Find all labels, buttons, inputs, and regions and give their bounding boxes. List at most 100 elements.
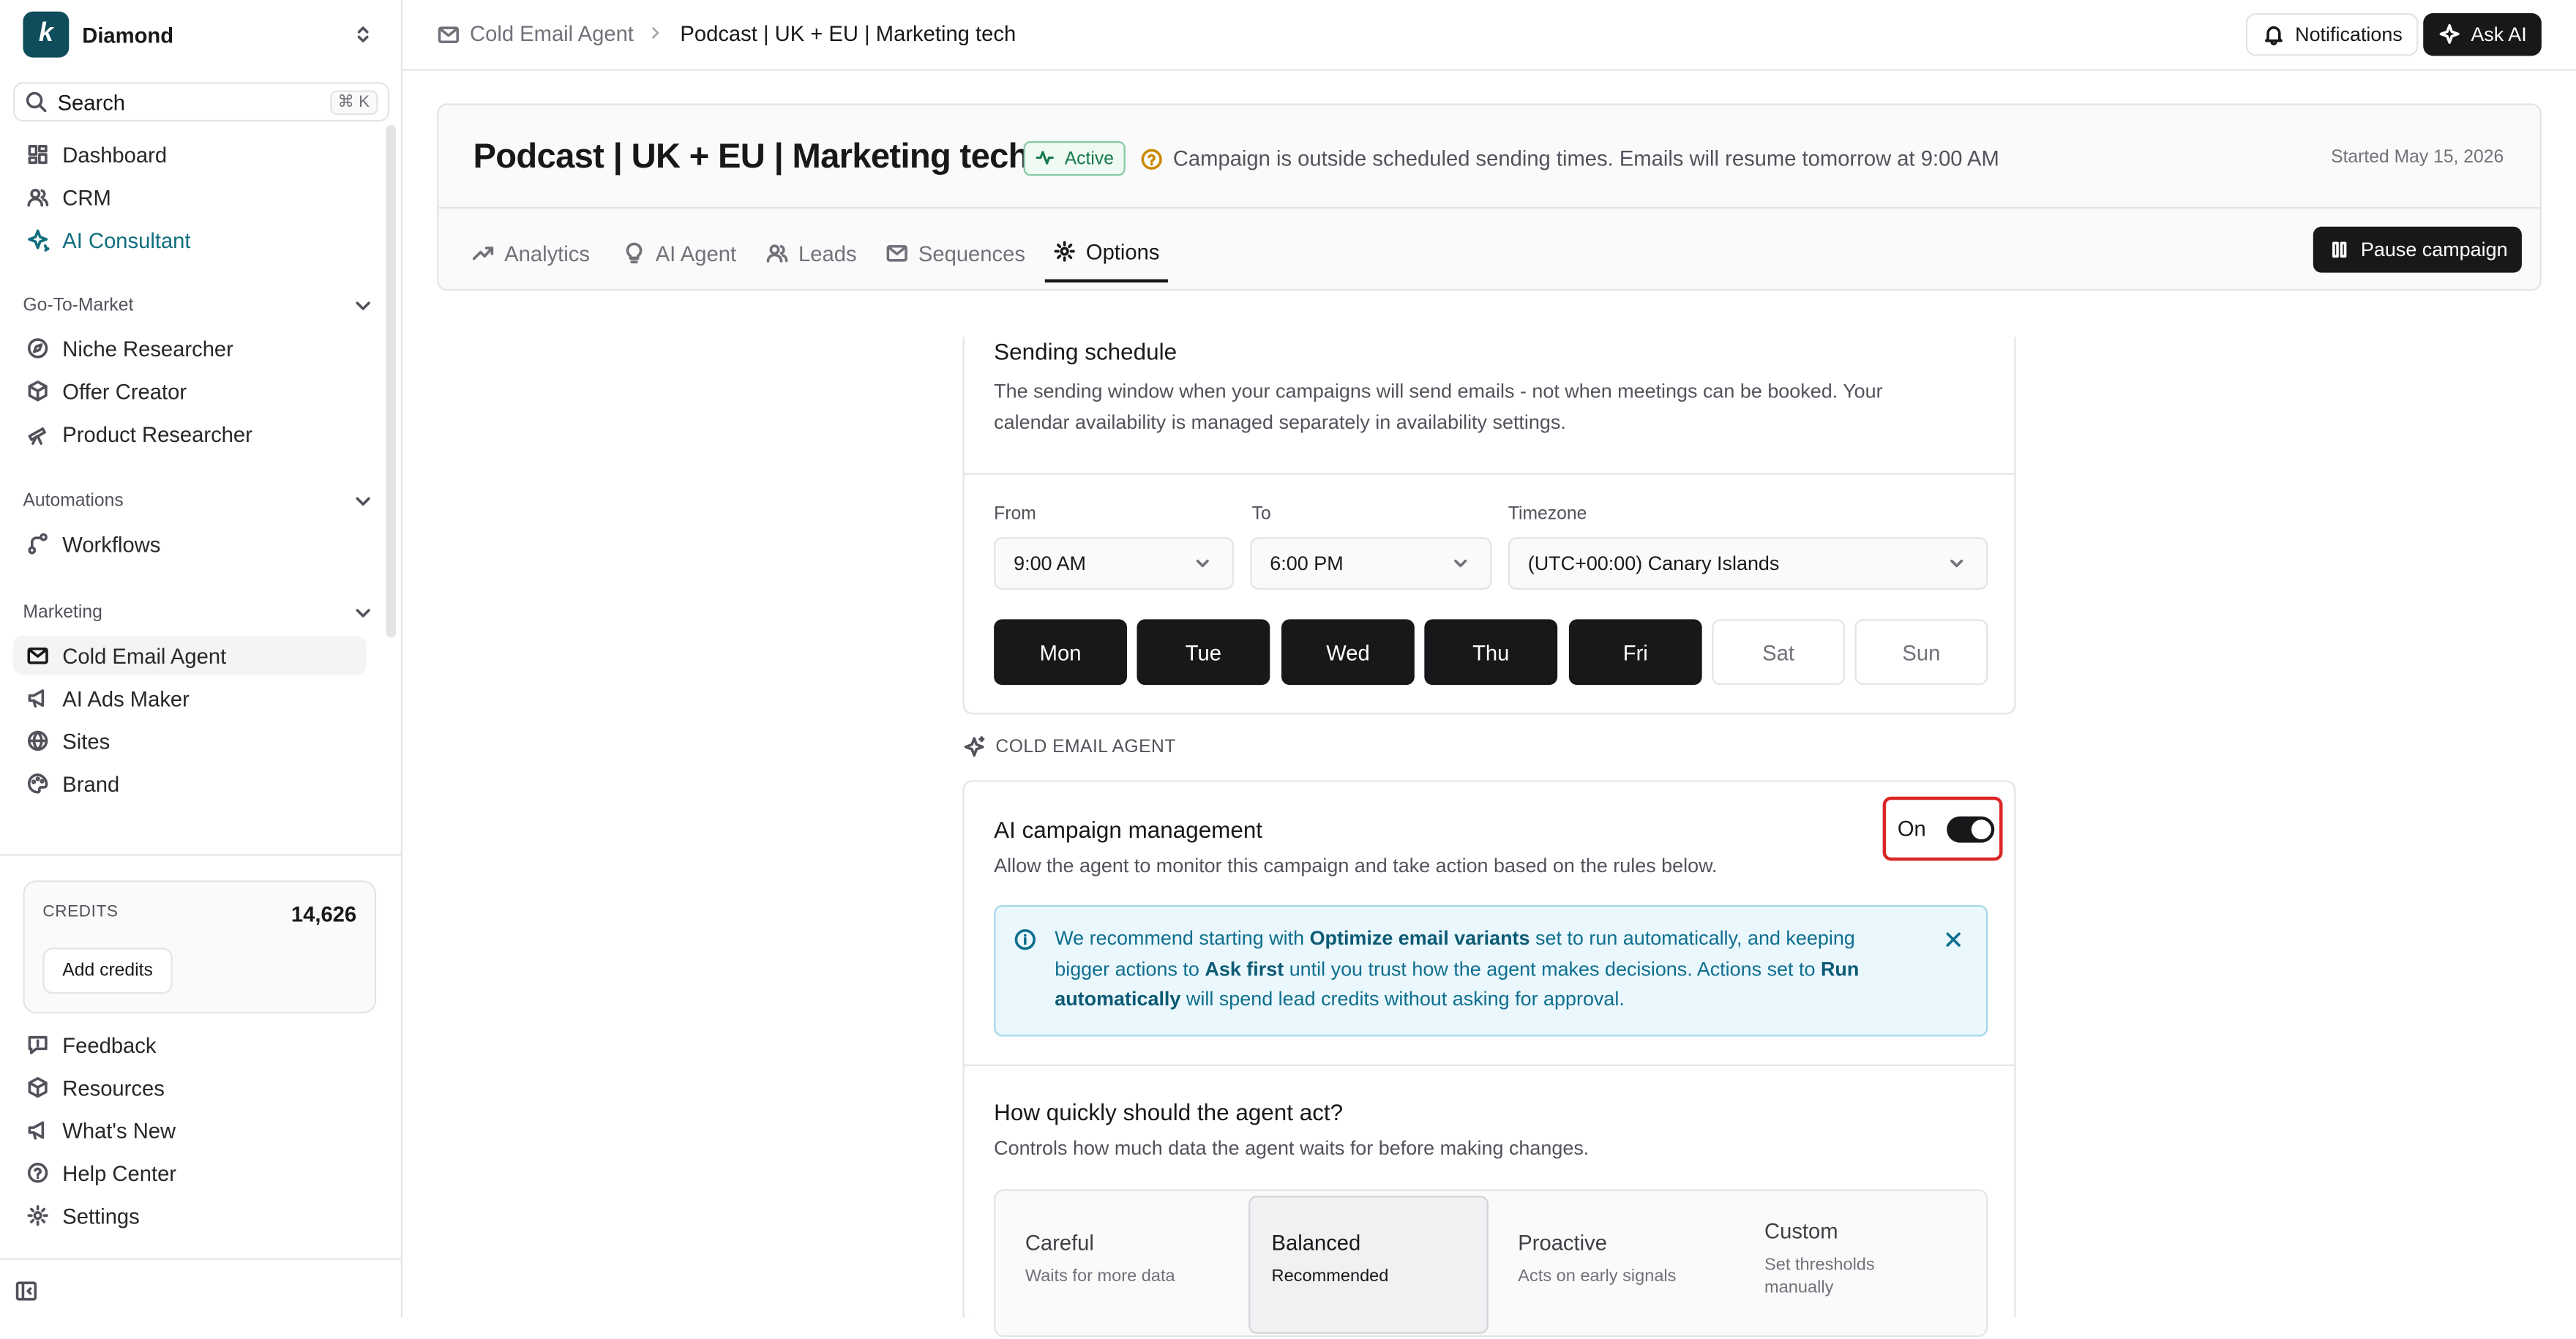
sidebar-item-dashboard[interactable]: Dashboard	[13, 135, 367, 174]
search-label: Search	[57, 89, 126, 115]
megaphone-icon	[26, 1119, 49, 1141]
speed-option-custom[interactable]: Custom Set thresholds manually	[1735, 1191, 1982, 1339]
to-select[interactable]: 6:00 PM	[1250, 537, 1492, 590]
from-label: From	[994, 504, 1036, 525]
search-shortcut: ⌘ K	[329, 89, 378, 115]
sidebar-item-label: Sites	[62, 728, 111, 754]
campaign-header: Podcast | UK + EU | Marketing tech Activ…	[437, 103, 2542, 291]
sidebar-scrollbar[interactable]	[386, 124, 397, 638]
divider	[438, 206, 2540, 209]
tab-analytics[interactable]: Analytics	[471, 223, 590, 282]
status-badge: Active	[1023, 141, 1126, 176]
section-automations[interactable]: Automations	[23, 490, 374, 512]
chevron-down-icon	[351, 294, 374, 317]
sidebar-item-label: Help Center	[62, 1160, 177, 1185]
sidebar-item-sites[interactable]: Sites	[13, 721, 367, 761]
sidebar-item-niche-researcher[interactable]: Niche Researcher	[13, 329, 367, 368]
notifications-button[interactable]: Notifications	[2245, 12, 2419, 56]
close-icon[interactable]	[1942, 928, 1964, 950]
ask-ai-button[interactable]: Ask AI	[2423, 12, 2542, 56]
sidebar-item-offer-creator[interactable]: Offer Creator	[13, 371, 367, 410]
collapse-sidebar-icon[interactable]	[15, 1280, 37, 1302]
toggle-switch[interactable]	[1947, 815, 1996, 842]
sidebar-item-help-center[interactable]: Help Center	[13, 1153, 367, 1193]
tab-leads[interactable]: Leads	[765, 223, 857, 282]
speed-option-careful[interactable]: Careful Waits for more data	[995, 1191, 1242, 1339]
megaphone-icon	[26, 686, 49, 709]
schedule-notice: Campaign is outside scheduled sending ti…	[1140, 146, 1999, 170]
workflow-icon	[26, 532, 49, 555]
from-select[interactable]: 9:00 AM	[994, 537, 1234, 590]
day-toggle-wed[interactable]: Wed	[1281, 619, 1415, 686]
section-go-to-market[interactable]: Go-To-Market	[23, 294, 374, 317]
status-label: Active	[1064, 149, 1114, 169]
ai-management-toggle[interactable]: On	[1882, 796, 2003, 861]
sidebar-item-label: Product Researcher	[62, 421, 252, 446]
sidebar-item-label: Cold Email Agent	[62, 642, 227, 668]
day-toggle-tue[interactable]: Tue	[1137, 619, 1270, 686]
sidebar-item-settings[interactable]: Settings	[13, 1196, 367, 1235]
sidebar-item-crm[interactable]: CRM	[13, 177, 367, 217]
tab-sequences[interactable]: Sequences	[886, 223, 1025, 282]
day-toggle-fri[interactable]: Fri	[1568, 619, 1702, 686]
speed-option-proactive[interactable]: Proactive Acts on early signals	[1489, 1191, 1735, 1339]
section-marketing[interactable]: Marketing	[23, 601, 374, 624]
mail-icon	[886, 241, 908, 264]
pause-campaign-button[interactable]: Pause campaign	[2313, 226, 2523, 273]
from-value: 9:00 AM	[1014, 552, 1086, 575]
tab-label: Options	[1085, 239, 1160, 264]
speed-description: Controls how much data the agent waits f…	[994, 1136, 1590, 1160]
day-toggle-sat[interactable]: Sat	[1712, 619, 1846, 686]
sidebar-item-whats-new[interactable]: What's New	[13, 1111, 367, 1150]
globe-icon	[26, 729, 49, 752]
sidebar-item-label: CRM	[62, 184, 111, 210]
speed-option-balanced[interactable]: Balanced Recommended	[1248, 1196, 1489, 1334]
sidebar-item-label: Niche Researcher	[62, 336, 233, 361]
sidebar-item-ai-consultant[interactable]: AI Consultant	[13, 220, 367, 260]
chevron-down-icon	[351, 490, 374, 512]
speed-options: Careful Waits for more data Balanced Rec…	[994, 1189, 1988, 1339]
divider	[0, 1258, 403, 1260]
section-description: Allow the agent to monitor this campaign…	[994, 854, 1718, 877]
info-icon	[1014, 928, 1036, 950]
sidebar-item-resources[interactable]: Resources	[13, 1068, 367, 1107]
timezone-select[interactable]: (UTC+00:00) Canary Islands	[1508, 537, 1988, 590]
sidebar-item-brand[interactable]: Brand	[13, 764, 367, 803]
sidebar-item-workflows[interactable]: Workflows	[13, 524, 367, 563]
tab-options[interactable]: Options	[1044, 223, 1169, 283]
sidebar-item-label: Settings	[62, 1203, 140, 1229]
mail-icon	[437, 22, 460, 45]
sidebar-item-label: Offer Creator	[62, 378, 187, 404]
option-subtitle: Waits for more data	[1025, 1266, 1175, 1286]
recommendation-text-part: will spend lead credits without asking f…	[1180, 987, 1625, 1010]
package-icon	[26, 380, 49, 402]
sidebar-item-label: Resources	[62, 1075, 165, 1100]
day-toggle-sun[interactable]: Sun	[1854, 619, 1988, 686]
day-toggle-thu[interactable]: Thu	[1424, 619, 1558, 686]
palette-icon	[26, 772, 49, 795]
sidebar-item-label: Brand	[62, 770, 120, 796]
sidebar-item-label: What's New	[62, 1117, 176, 1143]
sidebar-item-cold-email-agent[interactable]: Cold Email Agent	[12, 635, 367, 675]
option-title: Balanced	[1271, 1230, 1361, 1256]
sending-schedule-card: Sending schedule The sending window when…	[962, 337, 2016, 715]
sidebar-item-feedback[interactable]: Feedback	[13, 1025, 367, 1065]
recommendation-emphasis: Ask first	[1205, 956, 1284, 980]
credits-label: CREDITS	[42, 903, 119, 922]
logo-letter: k	[38, 19, 53, 48]
breadcrumb-parent[interactable]: Cold Email Agent	[437, 21, 634, 46]
divider	[0, 854, 403, 856]
day-toggle-mon[interactable]: Mon	[994, 619, 1128, 686]
ai-campaign-management-card: AI campaign management Allow the agent t…	[962, 780, 2016, 1338]
sidebar-item-ai-ads-maker[interactable]: AI Ads Maker	[13, 678, 367, 718]
tab-ai-agent[interactable]: AI Agent	[623, 223, 736, 282]
workspace-switcher[interactable]: k Diamond	[23, 11, 384, 58]
sparkle-icon	[26, 228, 50, 252]
page-title: Podcast | UK + EU | Marketing tech	[473, 138, 1030, 176]
search-input[interactable]: Search ⌘ K	[12, 82, 390, 122]
tab-label: Leads	[798, 240, 857, 266]
ask-ai-label: Ask AI	[2471, 23, 2527, 46]
box-icon	[26, 1076, 49, 1098]
add-credits-button[interactable]: Add credits	[42, 948, 173, 994]
sidebar-item-product-researcher[interactable]: Product Researcher	[13, 414, 367, 454]
